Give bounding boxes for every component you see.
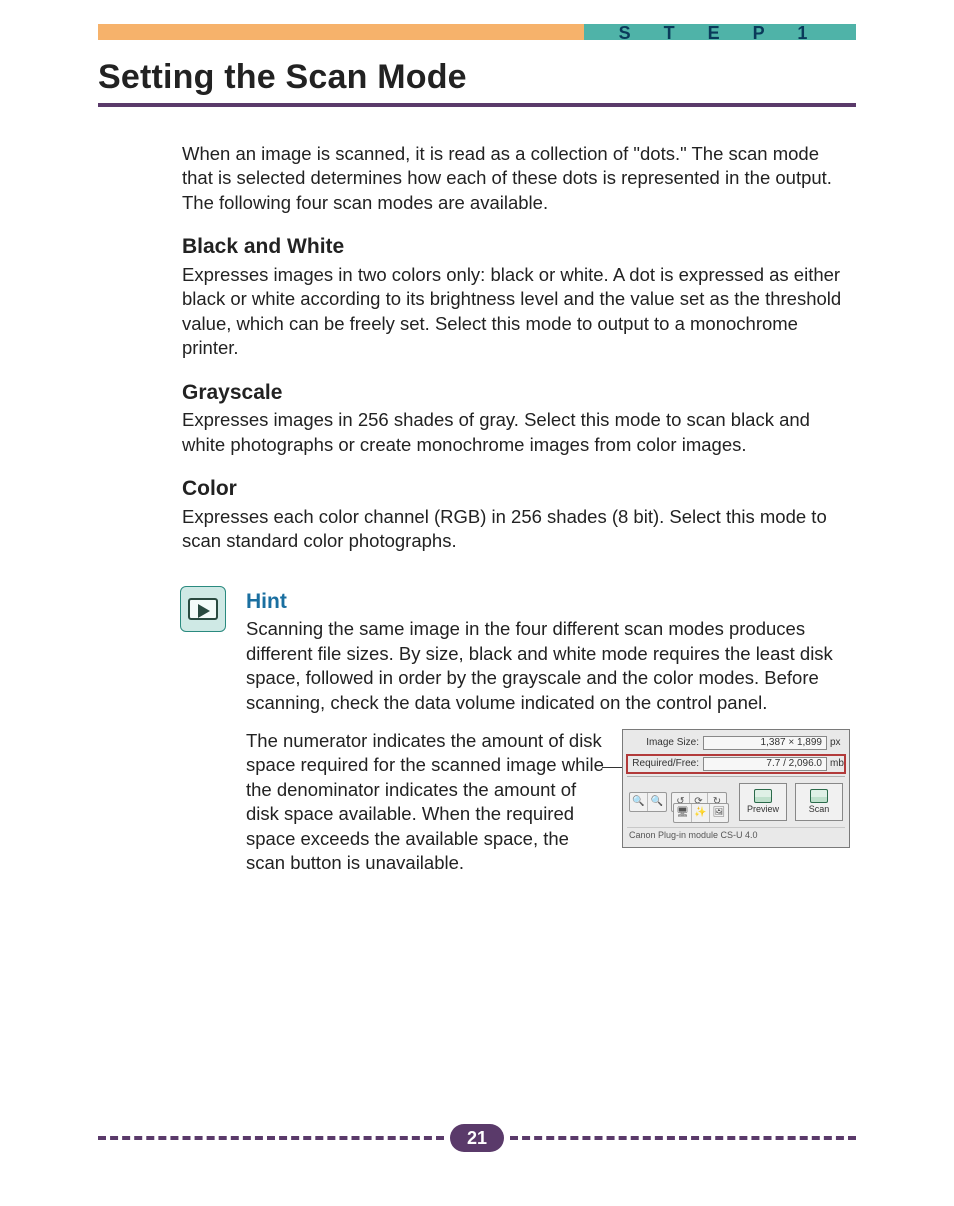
zoom-button-group: 🔍 🔍 [629,792,667,812]
footer-dash-left [98,1136,444,1140]
preview-icon [754,789,772,803]
hint-arrow-icon [180,586,226,632]
misc-button-group: 🖥 ✨ 🖼 [673,803,729,823]
zoom-in-icon[interactable]: 🔍 [630,793,648,811]
scan-button-label: Scan [809,805,830,814]
image-icon[interactable]: 🖼 [710,804,728,822]
panel-footer-text: Canon Plug-in module CS-U 4.0 [627,827,845,841]
step-label: S T E P 1 [584,24,856,40]
callout-leader-line [602,767,622,768]
preview-button-label: Preview [747,805,779,814]
hint-title: Hint [246,588,850,616]
page-title: Setting the Scan Mode [98,58,856,97]
heading-color: Color [182,475,850,503]
text-grayscale: Expresses images in 256 shades of gray. … [182,408,850,457]
panel-separator [627,776,845,777]
footer-dash-right [510,1136,856,1140]
hint-block: Hint Scanning the same image in the four… [182,588,850,876]
wand-icon[interactable]: ✨ [692,804,710,822]
page-header-bar: S T E P 1 [98,24,856,40]
body-column: When an image is scanned, it is read as … [182,142,850,875]
header-accent-orange [98,24,584,40]
monitor-icon[interactable]: 🖥 [674,804,692,822]
text-black-and-white: Expresses images in two colors only: bla… [182,263,850,361]
required-free-label: Required/Free: [627,759,703,769]
panel-row-image-size: Image Size: 1,387 × 1,899 px [627,734,845,752]
text-color: Expresses each color channel (RGB) in 25… [182,505,850,554]
image-size-field: 1,387 × 1,899 [703,736,827,750]
preview-button[interactable]: Preview [739,783,787,821]
page-number: 21 [450,1124,504,1152]
heading-grayscale: Grayscale [182,379,850,407]
scan-button[interactable]: Scan [795,783,843,821]
panel-row-required-free: Required/Free: 7.7 / 2,096.0 mb [627,755,845,773]
heading-black-and-white: Black and White [182,233,850,261]
scan-icon [810,789,828,803]
required-free-unit: mb [827,759,845,769]
zoom-out-icon[interactable]: 🔍 [648,793,666,811]
required-free-field: 7.7 / 2,096.0 [703,757,827,771]
image-size-label: Image Size: [627,738,703,748]
intro-paragraph: When an image is scanned, it is read as … [182,142,850,215]
control-panel-screenshot: Image Size: 1,387 × 1,899 px Required/Fr… [622,729,850,848]
image-size-unit: px [827,738,845,748]
page-footer: 21 [98,1126,856,1150]
hint-paragraph-1: Scanning the same image in the four diff… [246,617,850,715]
hint-paragraph-2: The numerator indicates the amount of di… [246,729,608,875]
page-title-block: Setting the Scan Mode [98,58,856,107]
